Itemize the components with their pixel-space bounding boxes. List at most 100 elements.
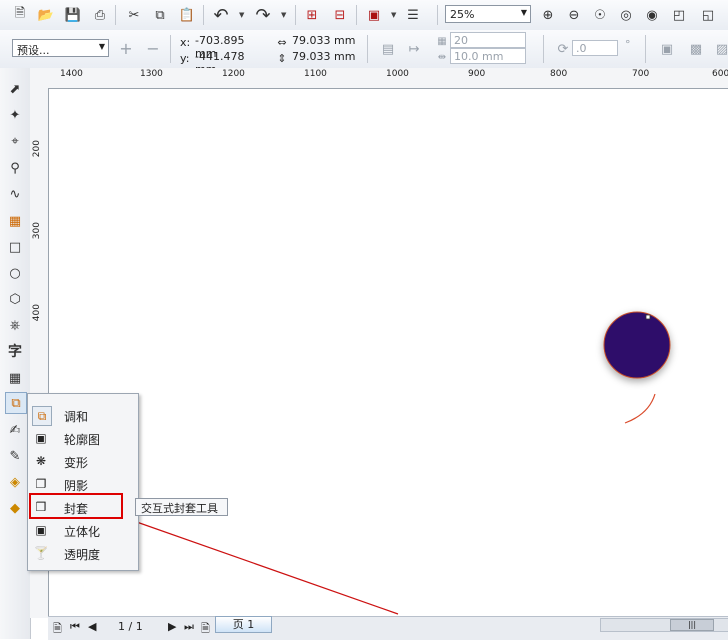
add-page-icon[interactable]: 🗎: [53, 620, 62, 639]
ruler-label: 400: [32, 304, 42, 322]
width-field[interactable]: 79.033 mm: [289, 33, 359, 49]
counterclockwise-blend-icon: ▨: [715, 41, 728, 57]
cut-icon[interactable]: ✂: [124, 5, 144, 25]
launcher-dropdown-icon[interactable]: ▼: [391, 11, 396, 19]
flyout-item-contour[interactable]: ▣ 轮廓图: [28, 427, 136, 450]
copy-icon[interactable]: ⧉: [150, 5, 170, 25]
text-tool-icon[interactable]: 字: [5, 341, 25, 361]
circle-object[interactable]: [603, 311, 671, 379]
zoom-height-icon[interactable]: ◱: [698, 5, 718, 25]
angle-value: .0: [576, 42, 587, 55]
ruler-label: 1300: [140, 69, 163, 79]
first-page-icon[interactable]: ⏮: [70, 620, 80, 634]
offset-icon: ↦: [408, 41, 420, 57]
save-icon[interactable]: 💾: [63, 5, 83, 25]
ruler-label: 700: [632, 69, 650, 79]
flyout-item-blend[interactable]: ⧉ 调和: [28, 404, 136, 427]
shape-tool-icon[interactable]: ✦: [5, 105, 25, 125]
paste-icon[interactable]: 📋: [177, 5, 197, 25]
print-icon[interactable]: ⎙: [90, 5, 110, 25]
angle-field[interactable]: .0: [572, 40, 618, 56]
undo-icon[interactable]: ↶: [211, 5, 231, 26]
tooltip: 交互式封套工具: [135, 498, 228, 516]
polygon-tool-icon[interactable]: ⬡: [5, 289, 25, 309]
separator: [295, 5, 296, 25]
selection-handle[interactable]: [645, 314, 651, 320]
zoom-level-combo[interactable]: 25% ▼: [445, 5, 531, 23]
zoom-width-icon[interactable]: ◰: [669, 5, 689, 25]
distort-icon: ❋: [35, 454, 47, 468]
outline-tool-icon[interactable]: ✎: [5, 446, 25, 466]
separator: [437, 5, 438, 25]
fill-tool-icon[interactable]: ◈: [5, 472, 25, 492]
export-icon[interactable]: ⊟: [330, 5, 350, 25]
zoom-page-icon[interactable]: ◉: [642, 5, 662, 25]
steps-field[interactable]: 20: [450, 32, 526, 48]
flyout-item-label: 阴影: [64, 479, 89, 493]
blend-arc-path[interactable]: [624, 393, 656, 424]
launcher-icon[interactable]: ▣: [364, 5, 384, 25]
basic-shapes-icon[interactable]: ⎈: [5, 315, 25, 335]
canvas-drawing: [603, 311, 671, 424]
add-page-after-icon[interactable]: 🗎: [201, 620, 210, 639]
options-icon[interactable]: ☰: [403, 5, 423, 25]
steps-icon: ▤: [381, 41, 395, 57]
zoom-level-value: 25%: [450, 8, 475, 21]
zoom-all-icon[interactable]: ◎: [616, 5, 636, 25]
standard-toolbar: 🗎 📂 💾 ⎙ ✂ ⧉ 📋 ↶ ▼ ↷ ▼ ⊞ ⊟ ▣ ▼ ☰ 25% ▼ ⊕ …: [0, 0, 728, 31]
zoom-selected-icon[interactable]: ☉: [590, 5, 610, 25]
interactive-fill-icon[interactable]: ◆: [5, 498, 25, 518]
x-position-field[interactable]: -703.895 mm: [192, 33, 267, 60]
pick-tool-icon[interactable]: ⬈: [5, 79, 25, 99]
property-bar: 预设... ▼ + − x: -703.895 mm y: -441.478 m…: [0, 30, 728, 76]
chevron-down-icon[interactable]: ▼: [521, 8, 527, 17]
blend-tool-icon[interactable]: ⧉: [5, 392, 27, 414]
flyout-item-transparency[interactable]: 🍸 透明度: [28, 542, 136, 565]
drawing-canvas[interactable]: [49, 89, 728, 616]
preset-value: 预设...: [17, 44, 50, 57]
flyout-item-label: 变形: [64, 456, 89, 470]
new-icon[interactable]: 🗎: [10, 5, 30, 25]
undo-dropdown-icon[interactable]: ▼: [239, 11, 244, 19]
x-label: x:: [180, 36, 191, 49]
table-tool-icon[interactable]: ▦: [5, 368, 25, 388]
effects-flyout-menu: ⧉ 调和 ▣ 轮廓图 ❋ 变形 ❐ 阴影 ❒ 封套 ▣ 立体化 🍸 透明度: [27, 393, 139, 571]
crop-tool-icon[interactable]: ⌖: [5, 131, 25, 151]
rectangle-tool-icon[interactable]: □: [5, 237, 25, 257]
height-field[interactable]: 79.033 mm: [289, 49, 359, 65]
flyout-item-label: 立体化: [64, 525, 101, 539]
flyout-item-extrude[interactable]: ▣ 立体化: [28, 519, 136, 542]
import-icon[interactable]: ⊞: [302, 5, 322, 25]
width-value: 79.033 mm: [292, 34, 356, 47]
separator: [356, 5, 357, 25]
next-page-icon[interactable]: ▶: [168, 620, 176, 633]
remove-preset-icon[interactable]: −: [143, 38, 163, 58]
spacing-value: 10.0 mm: [454, 50, 504, 63]
ruler-origin[interactable]: [30, 68, 49, 89]
eyedropper-icon[interactable]: ✍: [5, 420, 25, 440]
scrollbar-thumb[interactable]: |||: [670, 619, 714, 631]
y-position-field[interactable]: -441.478 mm: [192, 49, 267, 76]
open-icon[interactable]: 📂: [36, 5, 56, 25]
freehand-tool-icon[interactable]: ∿: [5, 184, 25, 204]
smart-fill-icon[interactable]: ▦: [5, 211, 25, 231]
clockwise-blend-icon: ▩: [689, 41, 703, 57]
prev-page-icon[interactable]: ◀: [88, 620, 96, 633]
last-page-icon[interactable]: ⏭: [184, 620, 194, 634]
angle-unit: °: [625, 38, 631, 51]
page-tab[interactable]: 页 1: [215, 616, 272, 633]
flyout-item-label: 调和: [64, 410, 89, 424]
horizontal-ruler[interactable]: 1400 1300 1200 1100 1000 900 800 700 600: [48, 68, 728, 89]
redo-dropdown-icon[interactable]: ▼: [281, 11, 286, 19]
flyout-item-label: 透明度: [64, 548, 101, 562]
zoom-in-icon[interactable]: ⊕: [538, 5, 558, 25]
chevron-down-icon[interactable]: ▼: [99, 42, 105, 51]
preset-combo[interactable]: 预设... ▼: [12, 39, 109, 57]
spacing-field[interactable]: 10.0 mm: [450, 48, 526, 64]
flyout-item-distort[interactable]: ❋ 变形: [28, 450, 136, 473]
ellipse-tool-icon[interactable]: ○: [5, 263, 25, 283]
zoom-tool-icon[interactable]: ⚲: [5, 158, 25, 178]
zoom-out-icon[interactable]: ⊖: [564, 5, 584, 25]
redo-icon[interactable]: ↷: [253, 5, 273, 26]
add-preset-icon[interactable]: +: [116, 38, 136, 58]
